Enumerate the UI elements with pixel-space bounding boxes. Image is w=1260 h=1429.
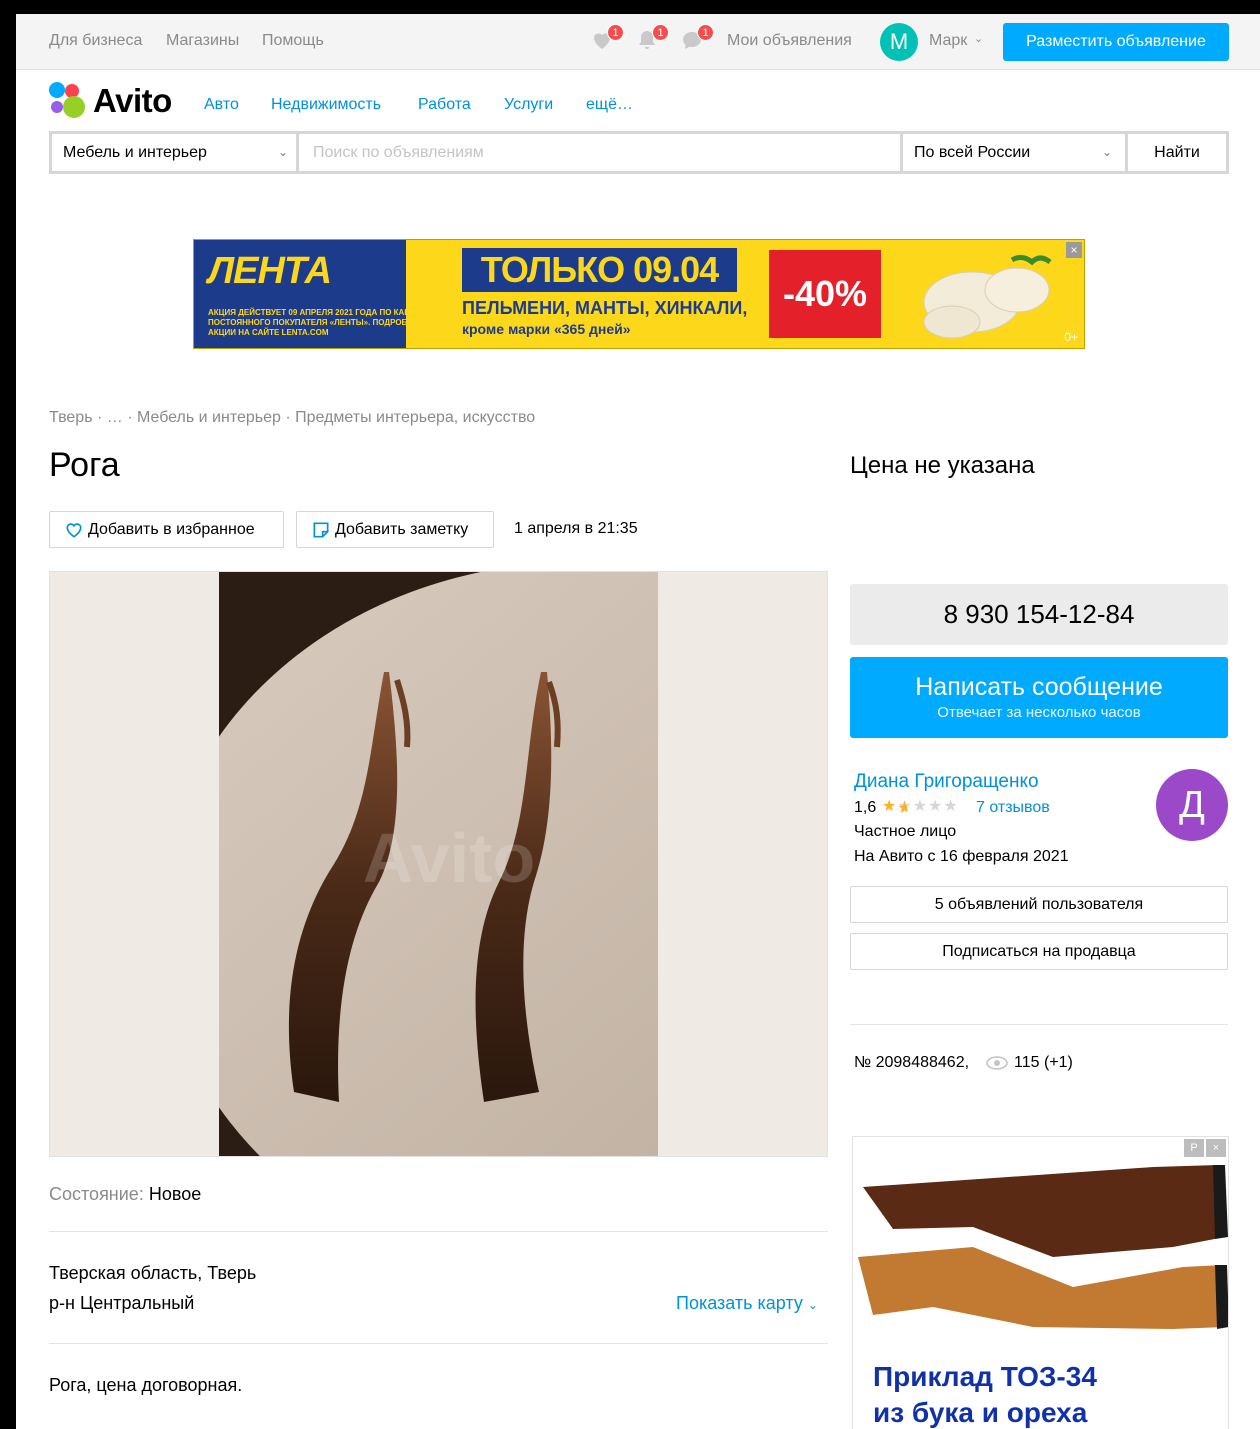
banner-line2: кроме марки «365 дней» bbox=[462, 321, 631, 337]
heart-icon bbox=[66, 523, 82, 538]
nav-more[interactable]: ещё… bbox=[586, 96, 633, 114]
nav-jobs[interactable]: Работа bbox=[418, 96, 471, 114]
notifications-badge: 1 bbox=[652, 24, 669, 41]
phone-button[interactable]: 8 930 154-12-84 bbox=[850, 584, 1228, 645]
category-select-value: Мебель и интерьер bbox=[63, 144, 207, 161]
rating-stars: ★★ ★ ★★★ bbox=[882, 796, 959, 817]
watermark-text: Avito bbox=[363, 819, 535, 897]
region-select[interactable]: По всей России ⌄ bbox=[900, 134, 1125, 171]
logo-dot-icon bbox=[63, 96, 85, 118]
ad-banner[interactable]: ЛЕНТА АКЦИЯ ДЕЙСТВУЕТ 09 АПРЕЛЯ 2021 ГОД… bbox=[193, 239, 1085, 349]
seller-type: Частное лицо bbox=[854, 823, 957, 840]
seller-avatar[interactable]: Д bbox=[1156, 769, 1228, 841]
category-select[interactable]: Мебель и интерьер ⌄ bbox=[52, 134, 299, 171]
photo-gallery[interactable]: Avito bbox=[49, 571, 828, 1157]
write-message-button[interactable]: Написать сообщение Отвечает за несколько… bbox=[850, 657, 1228, 738]
chevron-down-icon: ⌄ bbox=[807, 1298, 818, 1312]
top-link-help[interactable]: Помощь bbox=[262, 32, 324, 50]
star-empty-icon: ★ bbox=[943, 798, 959, 815]
find-button[interactable]: Найти bbox=[1125, 134, 1226, 171]
show-map-link[interactable]: Показать карту ⌄ bbox=[676, 1293, 818, 1314]
ad-title-line1[interactable]: Приклад ТОЗ-34 bbox=[873, 1361, 1097, 1393]
chevron-down-icon: ⌄ bbox=[1102, 145, 1113, 159]
dumplings-image bbox=[923, 254, 1052, 339]
search-bar: Мебель и интерьер ⌄ По всей России ⌄ Най… bbox=[49, 131, 1229, 174]
region-select-value: По всей России bbox=[914, 144, 1031, 161]
subscribe-seller-button[interactable]: Подписаться на продавца bbox=[850, 933, 1228, 970]
side-ad[interactable]: Р × Приклад ТОЗ-34 из бука и ореха bbox=[852, 1136, 1229, 1429]
notifications-bell-icon[interactable]: 1 bbox=[635, 24, 669, 54]
add-note-label: Добавить заметку bbox=[335, 521, 469, 538]
ad-title-line2[interactable]: из бука и ореха bbox=[873, 1397, 1087, 1429]
user-menu[interactable]: Марк bbox=[929, 32, 967, 50]
banner-age-label: 0+ bbox=[1064, 330, 1078, 344]
page-title: Рога bbox=[49, 446, 120, 484]
note-icon bbox=[313, 522, 329, 538]
ad-number: № 2098488462, bbox=[854, 1054, 970, 1071]
logo-dot-icon bbox=[51, 101, 63, 113]
listing-photo[interactable]: Avito bbox=[219, 572, 658, 1156]
ad-label: Р bbox=[1184, 1139, 1204, 1157]
divider bbox=[850, 1024, 1228, 1025]
address-line2: р-н Центральный bbox=[49, 1293, 195, 1313]
price: Цена не указана bbox=[850, 452, 1035, 479]
nav-realty[interactable]: Недвижимость bbox=[271, 96, 381, 114]
breadcrumb[interactable]: Тверь · … · Мебель и интерьер · Предметы… bbox=[49, 409, 535, 427]
condition-value: Новое bbox=[148, 1184, 202, 1204]
add-to-favorites-label: Добавить в избранное bbox=[88, 521, 255, 538]
description: Рога, цена договорная. bbox=[49, 1375, 243, 1395]
show-map-label: Показать карту bbox=[676, 1293, 803, 1313]
top-link-business[interactable]: Для бизнеса bbox=[49, 32, 142, 50]
chevron-down-icon: ⌄ bbox=[278, 145, 289, 159]
messages-badge: 1 bbox=[697, 24, 714, 41]
top-bar: Для бизнеса Магазины Помощь 1 1 1 Мои об… bbox=[16, 14, 1260, 70]
my-ads-link[interactable]: Мои объявления bbox=[727, 32, 852, 50]
logo-text: Avito bbox=[93, 82, 172, 119]
reviews-link[interactable]: 7 отзывов bbox=[976, 799, 1050, 817]
eye-icon bbox=[986, 1056, 1008, 1070]
nav-auto[interactable]: Авто bbox=[204, 96, 239, 114]
add-to-favorites-button[interactable]: Добавить в избранное bbox=[49, 511, 284, 548]
page: Для бизнеса Магазины Помощь 1 1 1 Мои об… bbox=[16, 14, 1260, 1429]
user-avatar[interactable]: М bbox=[880, 23, 918, 61]
seller-name-link[interactable]: Диана Григоращенко bbox=[854, 771, 1039, 793]
condition-label: Состояние: bbox=[49, 1184, 144, 1204]
messages-chat-icon[interactable]: 1 bbox=[680, 24, 714, 54]
star-empty-icon: ★ bbox=[928, 798, 944, 815]
nav-services[interactable]: Услуги bbox=[504, 96, 553, 114]
gunstock-image bbox=[853, 1137, 1228, 1349]
favorites-badge: 1 bbox=[607, 24, 624, 41]
banner-headline: ТОЛЬКО 09.04 bbox=[462, 248, 737, 292]
search-input[interactable] bbox=[302, 134, 900, 171]
banner-discount: -40% bbox=[769, 250, 881, 338]
post-ad-button[interactable]: Разместить объявление bbox=[1003, 23, 1229, 61]
star-filled-icon: ★ bbox=[882, 798, 898, 815]
divider bbox=[49, 1231, 828, 1232]
condition-row: Состояние: Новое bbox=[49, 1184, 201, 1205]
banner-close-button[interactable]: × bbox=[1066, 242, 1082, 258]
favorites-heart-icon[interactable]: 1 bbox=[590, 24, 624, 54]
logo-dot-icon bbox=[49, 82, 65, 98]
banner-fine-print: АКЦИЯ ДЕЙСТВУЕТ 09 АПРЕЛЯ 2021 ГОДА ПО К… bbox=[208, 308, 438, 337]
chevron-down-icon[interactable]: ⌄ bbox=[974, 32, 983, 45]
address-line1: Тверская область, Тверь bbox=[49, 1263, 257, 1283]
avito-logo[interactable]: Avito bbox=[49, 82, 189, 122]
seller-rating: 1,6 bbox=[854, 799, 877, 816]
add-note-button[interactable]: Добавить заметку bbox=[296, 511, 494, 548]
publish-date: 1 апреля в 21:35 bbox=[514, 520, 638, 537]
lenta-logo: ЛЕНТА bbox=[208, 250, 332, 292]
star-half-icon: ★ ★ bbox=[897, 798, 913, 817]
top-link-shops[interactable]: Магазины bbox=[166, 32, 239, 50]
banner-line1: ПЕЛЬМЕНИ, МАНТЫ, ХИНКАЛИ, bbox=[462, 298, 748, 318]
seller-ads-button[interactable]: 5 объявлений пользователя bbox=[850, 886, 1228, 923]
reply-time-label: Отвечает за несколько часов bbox=[937, 704, 1141, 721]
seller-since: На Авито с 16 февраля 2021 bbox=[854, 848, 1069, 865]
horns-photo-image: Avito bbox=[219, 572, 658, 1156]
divider bbox=[49, 1343, 828, 1344]
ad-close-button[interactable]: × bbox=[1206, 1139, 1226, 1157]
star-empty-icon: ★ bbox=[912, 798, 929, 815]
views-count: 115 (+1) bbox=[1014, 1054, 1073, 1071]
write-message-label: Написать сообщение bbox=[915, 673, 1163, 701]
